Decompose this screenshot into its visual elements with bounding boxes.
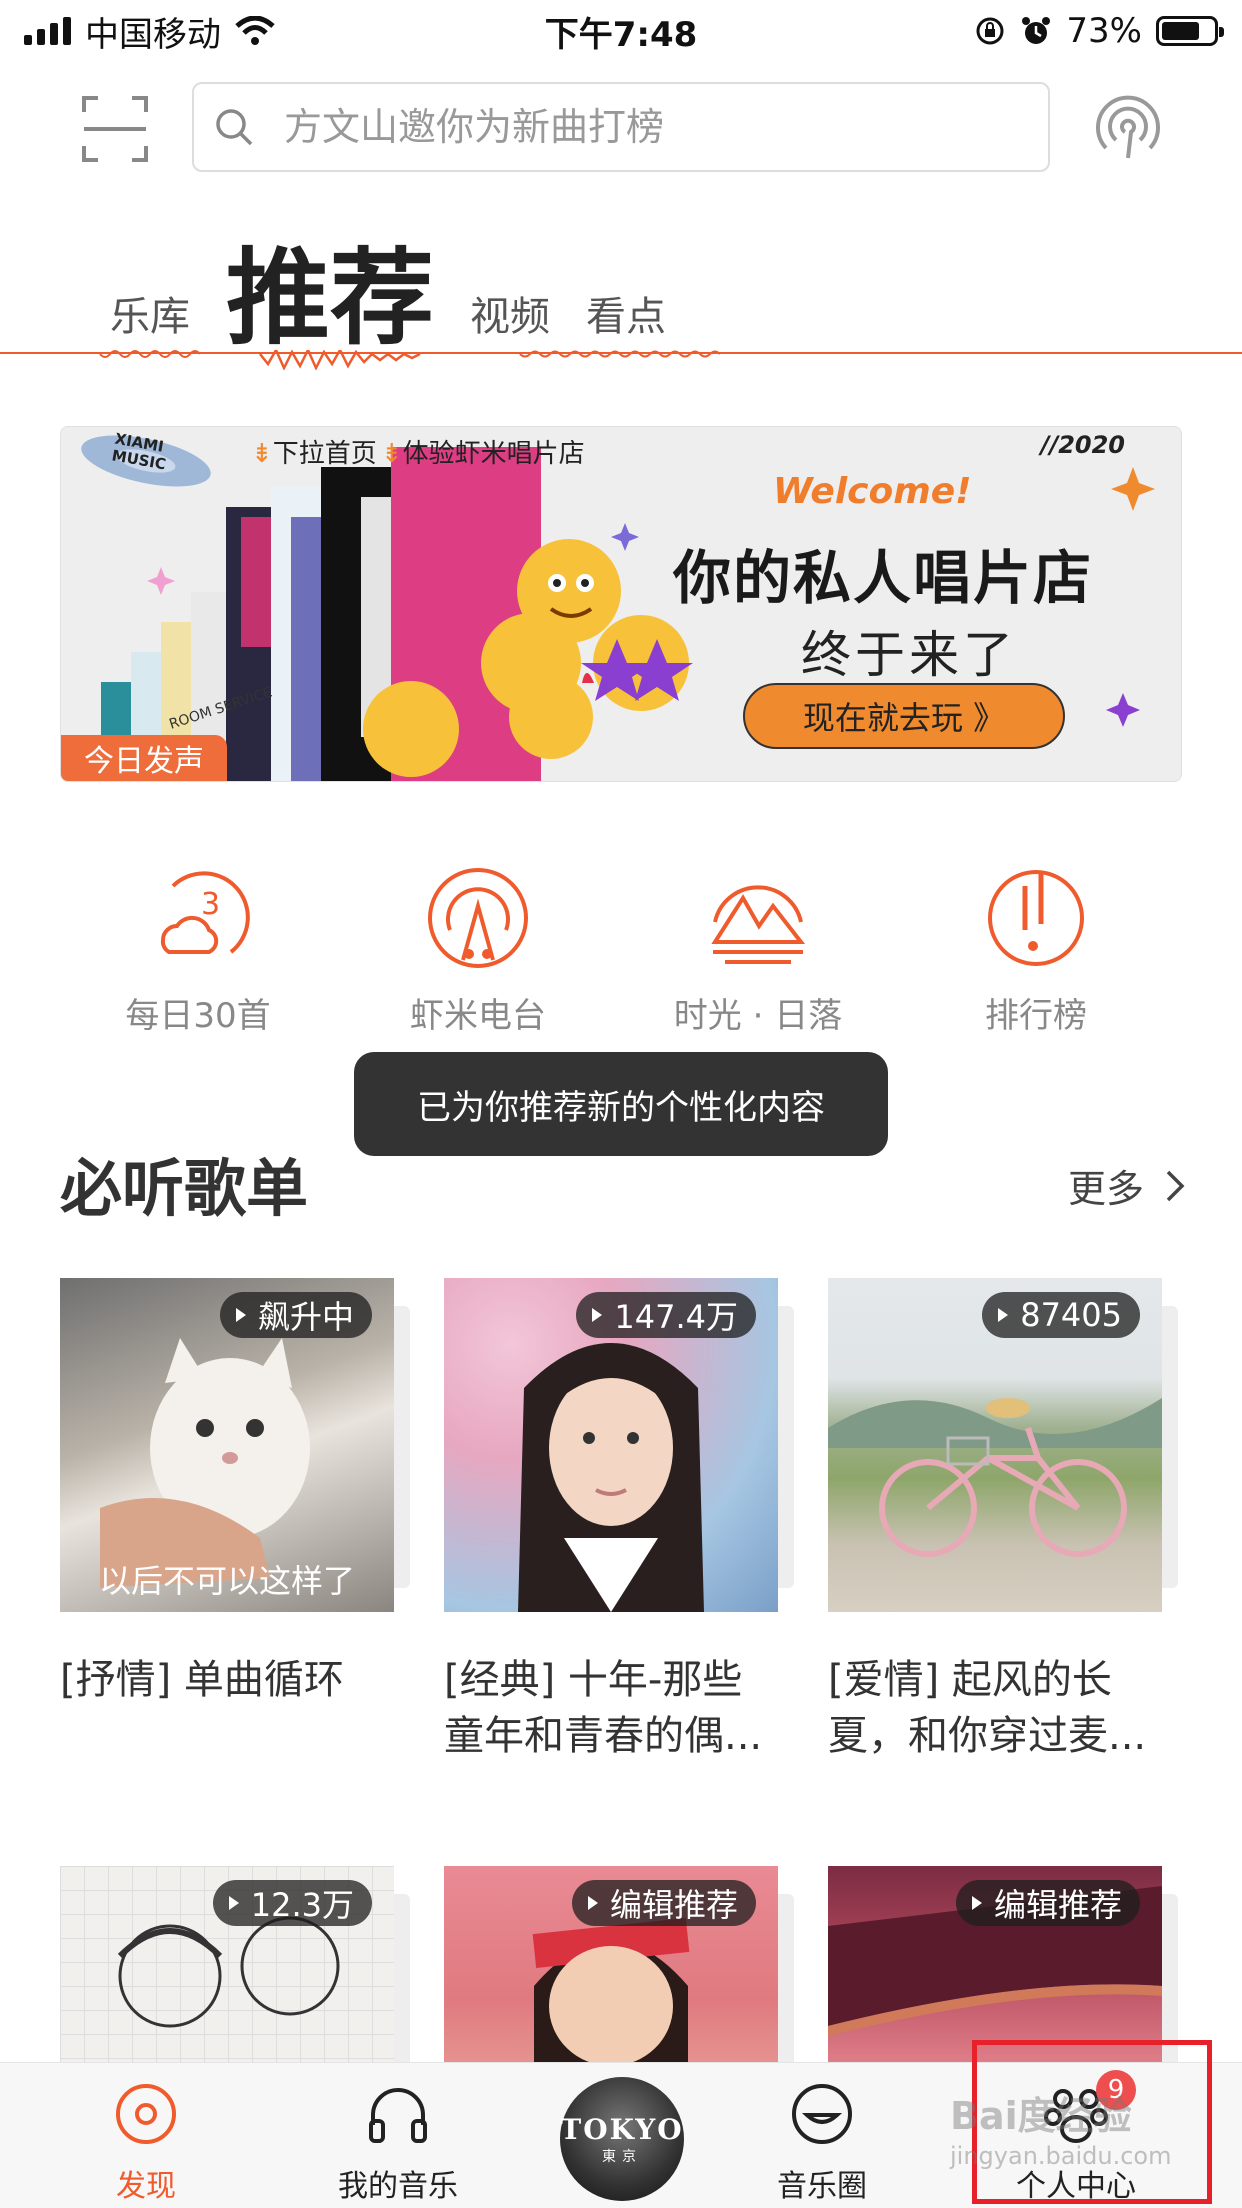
banner-welcome: Welcome!	[773, 471, 972, 512]
card-stack-edge	[394, 1306, 410, 1588]
quick-label: 虾米电台	[410, 996, 546, 1036]
rotation-lock-icon	[976, 17, 1004, 45]
playlist-cover-cat: 飙升中 以后不可以这样了	[60, 1278, 394, 1612]
play-count: 12.3万	[212, 1880, 372, 1926]
nav-label: 发现	[116, 2169, 176, 2204]
wifi-icon	[235, 16, 275, 45]
search-input[interactable]	[284, 105, 984, 149]
sunset-mountain-icon	[711, 885, 806, 964]
tab-indicator-wave	[0, 350, 1242, 370]
now-playing-subtitle: 東京	[602, 2148, 642, 2165]
section-title: 必听歌单	[60, 1152, 309, 1225]
promo-banner[interactable]: ROOM SERVICE XIAMI MUSIC ⇟下拉首页 ⇟体验虾米唱片店 /…	[60, 426, 1182, 782]
chart-rank-icon	[988, 870, 1084, 966]
banner-top-text: ⇟下拉首页 ⇟体验虾米唱片店	[251, 439, 585, 469]
banner-subtitle: 终于来了	[801, 626, 1017, 684]
status-left: 中国移动	[24, 7, 275, 56]
play-count: 87405	[982, 1292, 1140, 1338]
more-label: 更多	[1067, 1167, 1144, 1211]
quick-chart[interactable]: 排行榜	[916, 866, 1156, 1037]
nav-my-music[interactable]: 我的音乐	[308, 2081, 488, 2205]
play-count: 147.4万	[576, 1292, 756, 1338]
category-tabs: 乐库 推荐 视频 看点	[110, 220, 666, 350]
tab-highlights[interactable]: 看点	[586, 284, 666, 350]
playlist-card[interactable]: 147.4万 [经典] 十年-那些童年和青春的偶...	[444, 1278, 794, 1764]
quick-entries: 3 每日30首 虾米电台 时光 · 日落 排行榜	[0, 866, 1242, 1036]
battery-fill	[1162, 22, 1199, 40]
card-stack-edge	[778, 1306, 794, 1588]
headphones-icon	[369, 2088, 427, 2143]
nav-discover[interactable]: 发现	[56, 2081, 236, 2205]
alarm-icon	[1022, 17, 1051, 44]
tab-library[interactable]: 乐库	[110, 284, 190, 350]
playlist-title: [抒情] 单曲循环	[60, 1657, 344, 1703]
svg-text:3: 3	[201, 887, 220, 922]
quick-radio[interactable]: 虾米电台	[358, 866, 598, 1037]
banner-title: 你的私人唱片店	[673, 544, 1094, 612]
cover-caption: 以后不可以这样了	[98, 1562, 355, 1600]
quick-label: 时光 · 日落	[673, 996, 843, 1036]
playlist-title: [经典] 十年-那些童年和青春的偶...	[444, 1657, 763, 1759]
discover-icon	[116, 2084, 176, 2144]
nav-label: 音乐圈	[777, 2169, 867, 2204]
play-count: 编辑推荐	[955, 1880, 1140, 1926]
quick-daily-30[interactable]: 3 每日30首	[78, 866, 318, 1037]
tab-video[interactable]: 视频	[470, 284, 550, 350]
playlist-card[interactable]: 飙升中 以后不可以这样了 [抒情] 单曲循环	[60, 1278, 410, 1764]
play-count: 编辑推荐	[571, 1880, 756, 1926]
chevron-right-icon	[1166, 1170, 1185, 1201]
nav-music-circle[interactable]: 音乐圈	[732, 2081, 912, 2205]
status-bar: 中国移动 下午7:48 73%	[0, 0, 1242, 62]
search-box[interactable]	[192, 82, 1050, 172]
card-stack-edge	[1162, 1306, 1178, 1588]
battery-percent: 73%	[1066, 11, 1142, 51]
nav-label: 我的音乐	[338, 2169, 458, 2204]
playlist-cover-bicycle: 87405	[828, 1278, 1162, 1612]
quick-label: 每日30首	[125, 996, 271, 1036]
battery-icon	[1156, 16, 1224, 46]
banner-year: //2020	[1040, 431, 1125, 459]
banner-cta-button[interactable]: 现在就去玩 》	[743, 683, 1065, 749]
tab-recommend[interactable]: 推荐	[226, 246, 434, 350]
more-link[interactable]: 更多	[1068, 1158, 1186, 1213]
play-count: 飙升中	[219, 1292, 372, 1338]
now-playing-title: TOKYO	[560, 2112, 684, 2146]
smile-icon	[792, 2084, 852, 2144]
signal-icon	[24, 17, 71, 45]
scan-icon[interactable]	[80, 94, 150, 164]
daily-30-icon: 3	[160, 871, 250, 954]
playlist-cover-portrait: 147.4万	[444, 1278, 778, 1612]
carrier-label: 中国移动	[85, 14, 221, 55]
quick-sunset[interactable]: 时光 · 日落	[638, 866, 878, 1037]
playlist-card[interactable]: 87405 [爱情] 起风的长夏，和你穿过麦...	[828, 1278, 1178, 1764]
top-bar	[0, 78, 1242, 178]
search-icon	[216, 109, 253, 146]
recommend-toast: 已为你推荐新的个性化内容	[354, 1052, 888, 1156]
quick-label: 排行榜	[985, 996, 1087, 1036]
status-right: 73%	[974, 11, 1224, 51]
banner-tag: 今日发声	[61, 735, 227, 781]
now-playing-disc[interactable]: TOKYO 東京	[560, 2077, 684, 2201]
highlight-box	[972, 2040, 1212, 2204]
playlist-title: [爱情] 起风的长夏，和你穿过麦...	[828, 1657, 1147, 1759]
radio-signal-icon[interactable]	[1092, 92, 1164, 164]
radio-tower-icon	[428, 868, 528, 968]
